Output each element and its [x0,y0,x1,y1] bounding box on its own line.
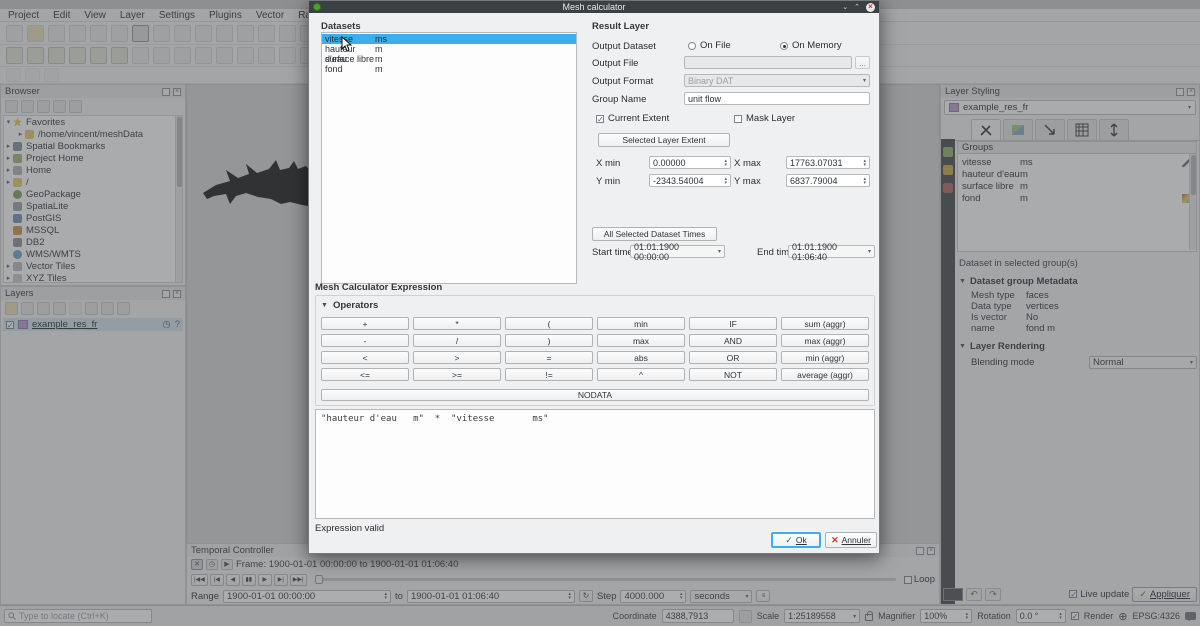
operator-button[interactable]: sum (aggr) [781,317,869,330]
operator-button[interactable]: ) [505,334,593,347]
xmin-input[interactable]: 0.00000▴▾ [649,156,731,169]
minimize-icon[interactable]: ⌄ [842,3,848,11]
radio-icon [780,42,788,50]
group-name-input[interactable]: unit flow [684,92,870,105]
operator-button[interactable]: >= [413,368,501,381]
cancel-button[interactable]: ✕Annuler [825,532,877,548]
end-time-combo[interactable]: 01.01.1900 01:06:40▾ [788,245,875,258]
operator-button[interactable]: / [413,334,501,347]
start-time-combo[interactable]: 01.01.1900 00:00:00▾ [630,245,725,258]
mask-layer-checkbox[interactable]: Mask Layer [734,113,795,124]
dialog-titlebar[interactable]: Mesh calculator ⌄ ⌃ × [309,1,879,13]
operator-button[interactable]: min (aggr) [781,351,869,364]
nodata-button[interactable]: NODATA [321,389,869,401]
ok-button[interactable]: ✓Ok [771,532,821,548]
radio-icon [688,42,696,50]
all-selected-dataset-times-button[interactable]: All Selected Dataset Times [592,227,717,241]
operator-button[interactable]: OR [689,351,777,364]
on-memory-radio[interactable]: On Memory [780,40,842,51]
datasets-label: Datasets [321,21,361,32]
dataset-item[interactable]: vitesse ms [322,34,576,44]
operator-button[interactable]: average (aggr) [781,368,869,381]
operator-button[interactable]: abs [597,351,685,364]
operator-button[interactable]: NOT [689,368,777,381]
operator-button[interactable]: + [321,317,409,330]
dialog-title: Mesh calculator [309,2,879,12]
checkbox-icon: ✓ [596,115,604,123]
ymin-input[interactable]: -2343.54004▴▾ [649,174,731,187]
output-format-label: Output Format [592,76,653,87]
operator-button[interactable]: <= [321,368,409,381]
browse-button: ... [855,56,870,69]
expression-textarea[interactable]: "hauteur d'eau m" * "vitesse ms" [315,409,875,519]
ymax-label: Y max [734,176,761,187]
dataset-item[interactable]: hauteur d'eau m [322,44,576,54]
operators-grid: +*(minIFsum (aggr)-/)maxANDmax (aggr)<>=… [321,317,869,381]
collapse-arrow-icon: ▼ [321,302,328,309]
expression-status: Expression valid [315,523,384,534]
start-time-label: Start time [592,247,633,258]
operator-button[interactable]: * [413,317,501,330]
qgis-window: ProjectEditViewLayerSettingsPluginsVecto… [0,0,1200,626]
operator-button[interactable]: != [505,368,593,381]
ymin-label: Y min [596,176,620,187]
selected-layer-extent-button[interactable]: Selected Layer Extent [598,133,730,147]
checkbox-icon [734,115,742,123]
output-format-combo: Binary DAT▾ [684,74,870,87]
close-icon[interactable]: × [866,3,875,12]
operator-button[interactable]: ( [505,317,593,330]
mouse-cursor [341,36,353,52]
operators-header[interactable]: ▼ Operators [321,300,378,311]
maximize-icon[interactable]: ⌃ [854,3,860,11]
operator-button[interactable]: min [597,317,685,330]
expression-section-label: Mesh Calculator Expression [315,282,442,293]
operator-button[interactable]: AND [689,334,777,347]
dataset-item[interactable]: surface libre m [322,54,576,64]
cancel-x-icon: ✕ [831,535,839,546]
result-layer-label: Result Layer [592,21,649,32]
group-name-label: Group Name [592,94,646,105]
xmin-label: X min [596,158,620,169]
datasets-list: vitesse ms hauteur d'eau m surface libre… [321,32,577,284]
output-file-label: Output File [592,58,638,69]
operator-button[interactable]: max (aggr) [781,334,869,347]
qgis-logo-icon [313,3,321,11]
ok-check-icon: ✓ [785,535,793,546]
operator-button[interactable]: IF [689,317,777,330]
output-file-input [684,56,852,69]
mesh-calculator-dialog: Mesh calculator ⌄ ⌃ × Datasets vitesse m… [308,0,880,554]
xmax-input[interactable]: 17763.07031▴▾ [786,156,870,169]
xmax-label: X max [734,158,761,169]
dataset-item[interactable]: fond m [322,64,576,74]
operator-button[interactable]: < [321,351,409,364]
on-file-radio[interactable]: On File [688,40,731,51]
operator-button[interactable]: = [505,351,593,364]
operator-button[interactable]: > [413,351,501,364]
output-dataset-label: Output Dataset [592,41,656,52]
operator-button[interactable]: - [321,334,409,347]
operator-button[interactable]: ^ [597,368,685,381]
ymax-input[interactable]: 6837.79004▴▾ [786,174,870,187]
current-extent-checkbox[interactable]: ✓ Current Extent [596,113,669,124]
operator-button[interactable]: max [597,334,685,347]
